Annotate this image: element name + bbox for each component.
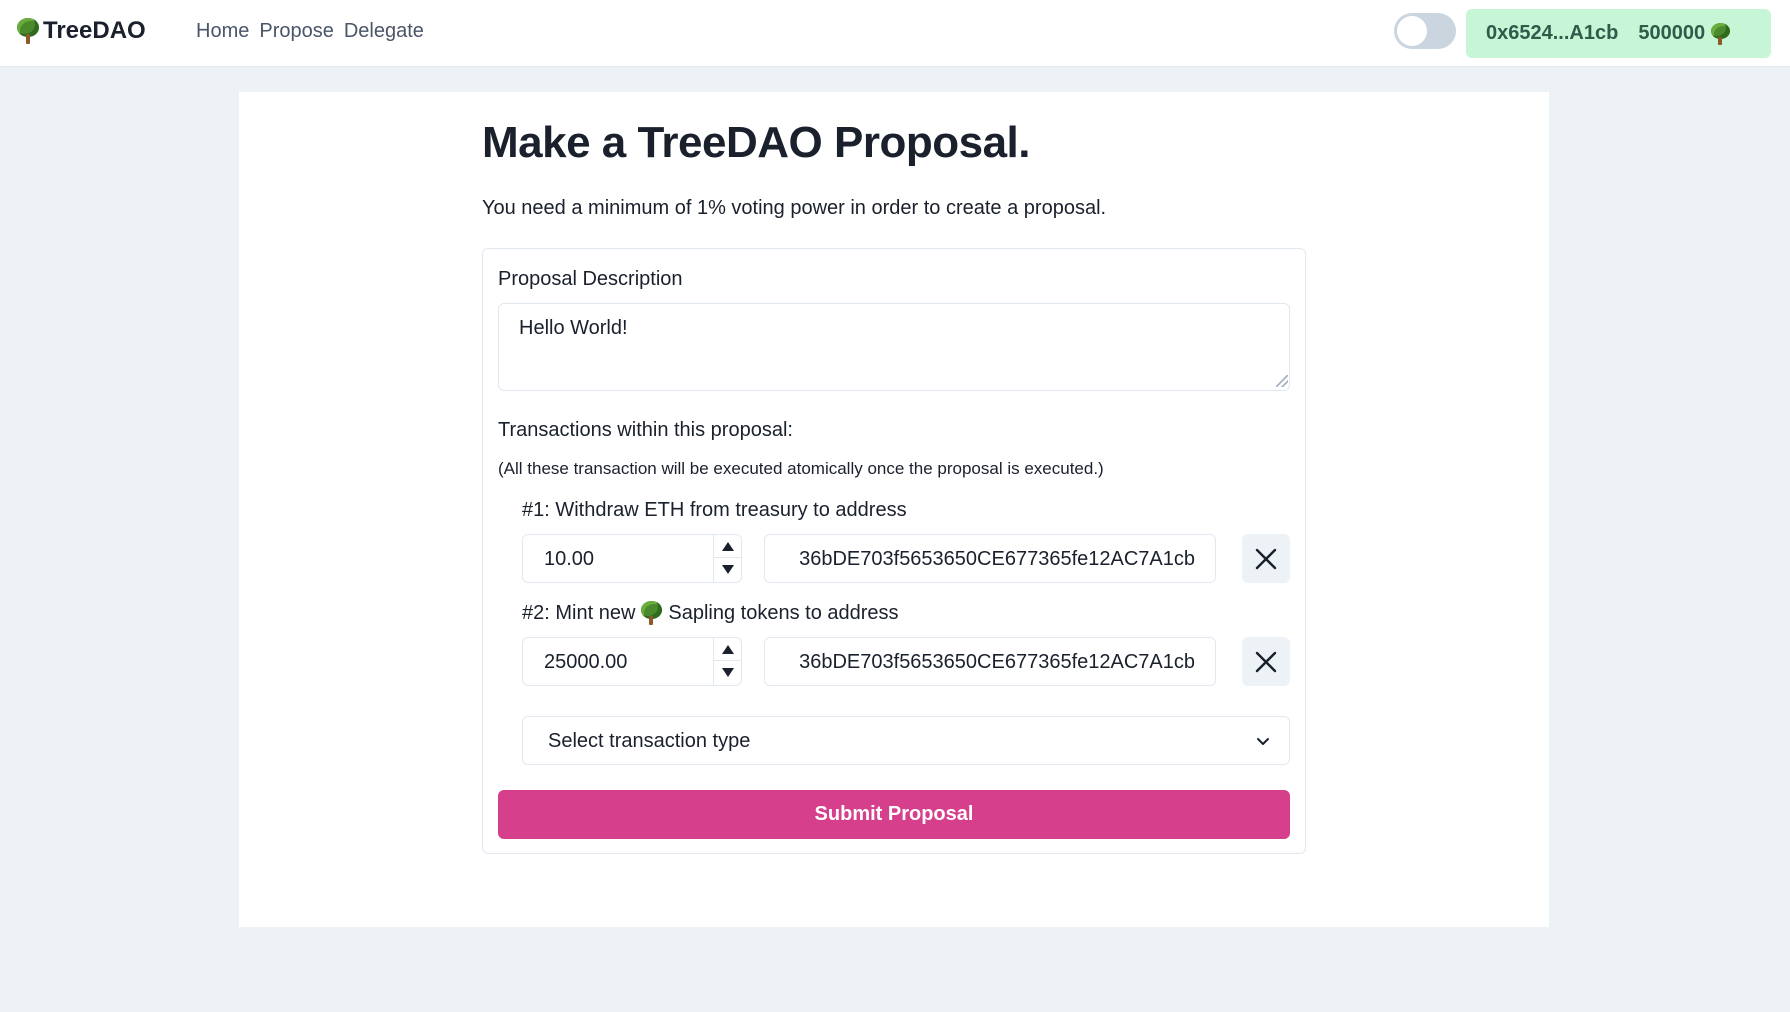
account-balance: 500000 bbox=[1638, 22, 1731, 45]
address-input-1[interactable]: 36bDE703f5653650CE677365fe12AC7A1cb bbox=[764, 534, 1216, 583]
transactions-note: (All these transaction will be executed … bbox=[498, 459, 1104, 478]
transaction-2-label: #2: Mint new Sapling tokens to address bbox=[522, 601, 899, 625]
remove-transaction-1-button[interactable] bbox=[1242, 534, 1290, 583]
transaction-2-label-prefix: #2: Mint new bbox=[522, 601, 636, 624]
transactions-heading: Transactions within this proposal: bbox=[498, 419, 793, 441]
stepper-up-icon[interactable] bbox=[714, 535, 741, 558]
description-label: Proposal Description bbox=[498, 268, 683, 290]
tree-icon bbox=[1711, 22, 1731, 45]
stepper-down-icon[interactable] bbox=[714, 558, 741, 581]
brand-name: TreeDAO bbox=[43, 17, 146, 44]
tree-icon bbox=[17, 18, 39, 44]
page-subtitle: You need a minimum of 1% voting power in… bbox=[482, 197, 1107, 219]
brand-logo[interactable]: TreeDAO bbox=[17, 17, 146, 45]
tree-icon bbox=[641, 601, 663, 625]
description-value: Hello World! bbox=[519, 317, 628, 339]
main-nav: Home Propose Delegate bbox=[196, 20, 424, 43]
nav-delegate[interactable]: Delegate bbox=[344, 20, 424, 43]
amount-stepper-2 bbox=[713, 638, 741, 685]
page-title: Make a TreeDAO Proposal. bbox=[482, 118, 1031, 167]
resize-handle-icon[interactable] bbox=[1276, 375, 1288, 387]
account-button[interactable]: 0x6524...A1cb 500000 bbox=[1466, 9, 1771, 58]
description-textarea[interactable]: Hello World! bbox=[498, 303, 1290, 391]
nav-home[interactable]: Home bbox=[196, 20, 249, 43]
address-value-2: 36bDE703f5653650CE677365fe12AC7A1cb bbox=[799, 651, 1195, 673]
transaction-2-label-suffix: Sapling tokens to address bbox=[668, 601, 899, 624]
amount-value-2: 25000.00 bbox=[544, 651, 628, 673]
chevron-down-icon bbox=[1257, 738, 1269, 745]
nav-propose[interactable]: Propose bbox=[259, 20, 334, 43]
amount-value-1: 10.00 bbox=[544, 548, 595, 570]
balance-value: 500000 bbox=[1638, 22, 1706, 44]
close-icon bbox=[1255, 548, 1277, 569]
theme-toggle[interactable] bbox=[1394, 13, 1456, 49]
amount-stepper-1 bbox=[713, 535, 741, 582]
transaction-1-label: #1: Withdraw ETH from treasury to addres… bbox=[522, 499, 907, 521]
toggle-knob bbox=[1397, 16, 1427, 46]
submit-proposal-button[interactable]: Submit Proposal bbox=[498, 790, 1290, 839]
amount-input-1[interactable]: 10.00 bbox=[522, 534, 742, 583]
account-address: 0x6524...A1cb bbox=[1486, 22, 1619, 44]
select-placeholder: Select transaction type bbox=[548, 730, 751, 752]
transaction-type-select[interactable]: Select transaction type bbox=[522, 716, 1290, 765]
stepper-up-icon[interactable] bbox=[714, 638, 741, 661]
amount-input-2[interactable]: 25000.00 bbox=[522, 637, 742, 686]
address-value-1: 36bDE703f5653650CE677365fe12AC7A1cb bbox=[799, 548, 1195, 570]
address-input-2[interactable]: 36bDE703f5653650CE677365fe12AC7A1cb bbox=[764, 637, 1216, 686]
remove-transaction-2-button[interactable] bbox=[1242, 637, 1290, 686]
close-icon bbox=[1255, 651, 1277, 672]
top-navbar: TreeDAO Home Propose Delegate 0x6524...A… bbox=[0, 0, 1790, 67]
stepper-down-icon[interactable] bbox=[714, 661, 741, 684]
